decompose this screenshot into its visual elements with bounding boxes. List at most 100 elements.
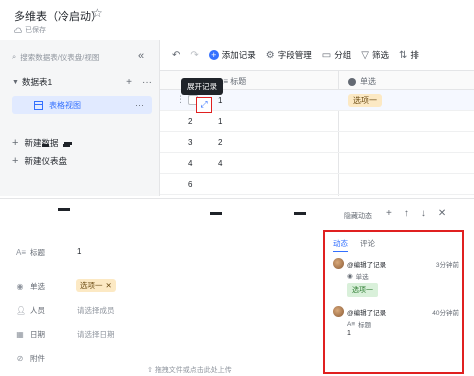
cell-title[interactable]: 2: [218, 138, 222, 147]
sort-label: 排: [410, 50, 419, 60]
person-input[interactable]: 请选择成员: [77, 305, 115, 316]
field-label-title: A≡ 标题: [16, 247, 45, 258]
tab-comments[interactable]: 评论: [360, 238, 375, 252]
table-row[interactable]: 6: [160, 174, 474, 195]
field-manage-button[interactable]: ⚙ 字段管理: [266, 49, 312, 61]
close-icon[interactable]: ✕: [438, 208, 446, 219]
remove-option-icon[interactable]: ✕: [106, 281, 112, 290]
plus-icon: +: [12, 155, 19, 167]
obscured-mark: [42, 144, 49, 147]
sidebar-item-grid-view[interactable]: 表格视图 ···: [12, 96, 152, 114]
header-bar: 多维表（冷启动） ☆ 已保存: [0, 0, 474, 40]
table-row[interactable]: 3 2: [160, 132, 474, 153]
collapse-sidebar-icon[interactable]: «: [138, 50, 144, 62]
detail-title-obscured: [294, 208, 306, 217]
detail-header: 隐藏动态 + ↑ ↓ ✕: [0, 199, 474, 229]
activity-actor: @编辑了记录: [347, 262, 387, 269]
activity-time: 3分钟前: [435, 262, 459, 269]
plus-icon: +: [12, 137, 19, 149]
view-toolbar: ↶ ↷ + 添加记录 ⚙ 字段管理 ▭ 分组 ▽ 筛选 ⇅ 排: [160, 40, 474, 70]
redo-icon[interactable]: ↷: [190, 50, 198, 61]
sidebar: ⌕ 搜索数据表/仪表盘/视图 « ▼ 数据表1 + ··· 表格视图 ··· +…: [0, 40, 160, 196]
cell-title[interactable]: 1: [218, 117, 222, 126]
upload-hint: 拖拽文件或点击此处上传: [154, 367, 232, 374]
sort-button[interactable]: ⇅ 排: [399, 49, 419, 61]
new-dashboard-button[interactable]: + 新建仪表盘: [12, 154, 67, 168]
field-label-person: 👤︎ 人员: [16, 305, 45, 316]
table-row[interactable]: 4 4: [160, 153, 474, 174]
gear-icon: ⚙: [265, 49, 275, 61]
activity-field: ◉ 单选: [347, 271, 369, 281]
search-placeholder: 搜索数据表/仪表盘/视图: [20, 52, 100, 62]
field-value-option[interactable]: 选项一 ✕: [76, 279, 116, 292]
date-input[interactable]: 请选择日期: [77, 329, 115, 340]
arrow-up-icon[interactable]: ↑: [404, 208, 409, 219]
activity-field-name: 标题: [358, 322, 372, 329]
tab-activity[interactable]: 动态: [333, 238, 348, 252]
undo-icon[interactable]: ↶: [172, 50, 180, 61]
option-text: 选项一: [80, 281, 103, 290]
sidebar-item-table[interactable]: ▼ 数据表1 + ···: [12, 74, 152, 90]
more-icon[interactable]: ···: [142, 77, 152, 88]
field-label-single: ◉ 单选: [16, 281, 46, 292]
plus-icon[interactable]: +: [386, 208, 392, 219]
single-select-icon: [348, 77, 356, 86]
save-status: 已保存: [14, 25, 46, 35]
star-icon[interactable]: ☆: [92, 6, 103, 20]
activity-value-chip: 选项一: [347, 283, 378, 297]
cell-option[interactable]: 选项一: [348, 94, 382, 107]
row-number: 6: [188, 180, 193, 189]
table-name: 数据表1: [22, 77, 53, 87]
obscured-mark: [63, 144, 70, 147]
group-button[interactable]: ▭ 分组: [322, 49, 351, 61]
expand-icon: ⤢: [200, 99, 208, 109]
chevron-down-icon[interactable]: ▼: [12, 79, 22, 86]
field-label-date: ▦ 日期: [16, 329, 45, 340]
column-single-label: 单选: [360, 77, 376, 86]
cloud-icon: [14, 27, 22, 33]
activity-field: A≡ 标题: [347, 319, 372, 330]
expand-record-button[interactable]: ⤢: [196, 97, 212, 113]
column-header-single-select[interactable]: 单选: [348, 76, 376, 87]
row-number: 2: [188, 117, 193, 126]
new-table-button[interactable]: + 新建数据: [12, 136, 73, 150]
activity-entry: @编辑了记录 40分钟前 A≡ 标题 1: [333, 306, 459, 346]
field-manage-label: 字段管理: [277, 50, 312, 60]
activity-time: 40分钟前: [432, 310, 459, 317]
add-icon[interactable]: +: [126, 77, 132, 88]
activity-value: 1: [347, 330, 351, 337]
field-single-label: 单选: [30, 282, 45, 291]
search-icon: ⌕: [12, 52, 17, 61]
sidebar-search[interactable]: ⌕ 搜索数据表/仪表盘/视图: [12, 50, 130, 64]
obscured-mark: [210, 212, 222, 215]
field-title-label: 标题: [30, 248, 45, 257]
table-row[interactable]: 2 1: [160, 111, 474, 132]
data-grid: A≡ 标题 单选 + ⋮⋮ 1 选项一 2 1 3 2 4 4 6 展开记录 ⤢: [160, 70, 474, 196]
text-field-icon: A≡: [16, 248, 27, 257]
attachment-icon: ⊘: [16, 354, 24, 363]
arrow-down-icon[interactable]: ↓: [421, 208, 426, 219]
detail-title-obscured: [210, 208, 222, 217]
field-value-title[interactable]: 1: [77, 247, 81, 256]
add-record-button[interactable]: + 添加记录: [208, 49, 256, 61]
cell-title[interactable]: 4: [218, 159, 222, 168]
view-name: 表格视图: [49, 100, 81, 110]
app-title[interactable]: 多维表（冷启动）: [14, 8, 102, 24]
filter-button[interactable]: ▽ 筛选: [361, 49, 389, 61]
activity-panel: 动态 评论 @编辑了记录 3分钟前 ◉ 单选 选项一 @编辑了记录 40分钟前 …: [323, 230, 464, 374]
upload-icon: ⇧: [147, 367, 155, 374]
filter-icon: ▽: [361, 49, 369, 61]
hide-activity-toggle[interactable]: 隐藏动态: [344, 211, 372, 221]
detail-breadcrumb-obscured: [58, 208, 70, 211]
cell-title[interactable]: 1: [218, 96, 222, 105]
activity-entry: @编辑了记录 3分钟前 ◉ 单选 选项一: [333, 258, 459, 298]
single-select-icon: ◉: [16, 282, 24, 291]
saved-label: 已保存: [25, 27, 46, 34]
obscured-mark: [58, 208, 70, 211]
new-table-label: 新建数据: [24, 138, 59, 148]
more-icon[interactable]: ···: [135, 100, 144, 110]
upload-dropzone[interactable]: ⇧ 拖拽文件或点击此处上传: [147, 365, 232, 375]
expand-record-tooltip: 展开记录: [181, 78, 223, 95]
field-attachment-label: 附件: [30, 354, 45, 363]
field-label-attachment: ⊘ 附件: [16, 353, 45, 364]
